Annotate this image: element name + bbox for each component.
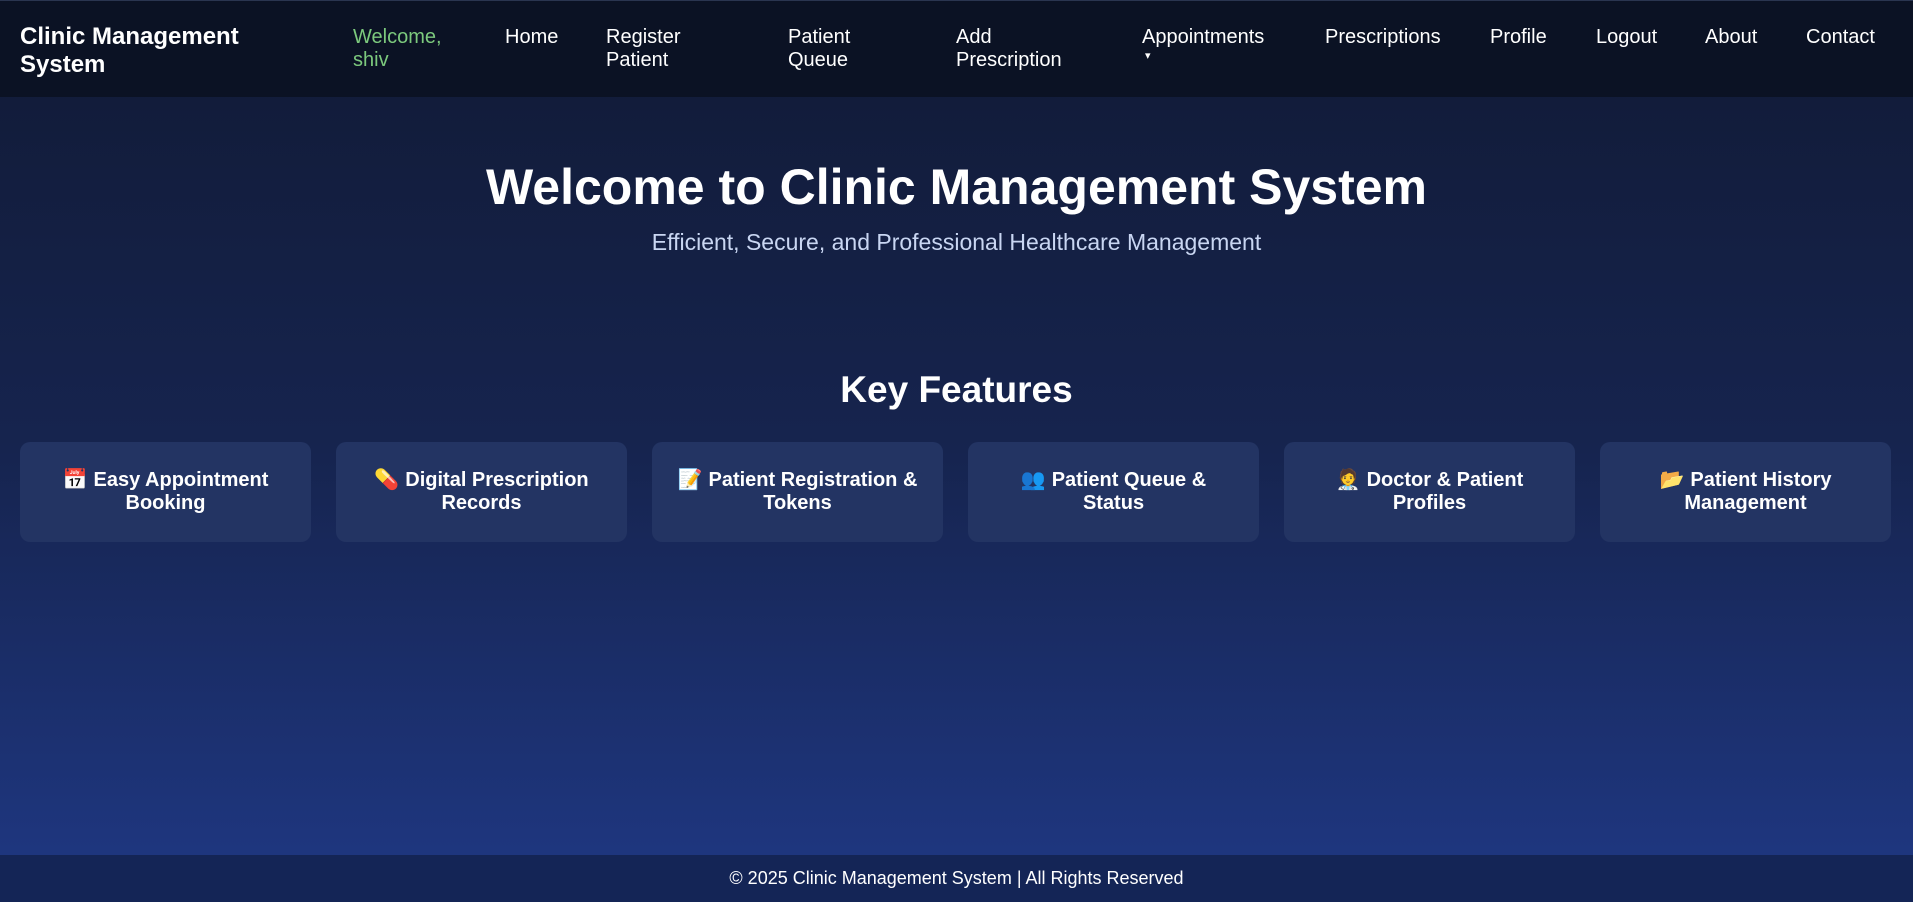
- feature-card-label: Patient Queue & Status: [1051, 469, 1207, 514]
- feature-card-history: 📂 Patient History Management: [1600, 442, 1891, 542]
- hero-subtitle: Efficient, Secure, and Professional Heal…: [651, 229, 1262, 255]
- nav-appointments-label: Appointments: [1142, 26, 1265, 48]
- folder-icon: 📂: [1659, 469, 1685, 491]
- nav-add-prescription-link[interactable]: Add Prescription: [956, 26, 1076, 72]
- feature-card-profiles: 🧑‍⚕️ Doctor & Patient Profiles: [1284, 442, 1575, 542]
- pill-icon: 💊: [374, 469, 400, 491]
- features-heading: Key Features: [840, 369, 1073, 410]
- feature-card-label: Easy Appointment Booking: [93, 469, 269, 514]
- chevron-down-icon: ▾: [1145, 50, 1151, 62]
- footer-copyright: © 2025 Clinic Management System | All Ri…: [729, 868, 1184, 888]
- hero-title: Welcome to Clinic Management System: [486, 159, 1427, 215]
- doctor-icon: 🧑‍⚕️: [1335, 469, 1361, 491]
- welcome-user-text: Welcome, shiv: [353, 26, 442, 71]
- people-icon: 👥: [1020, 469, 1046, 491]
- nav-about-link[interactable]: About: [1705, 26, 1757, 49]
- feature-card-appointment: 📅 Easy Appointment Booking: [20, 442, 311, 542]
- nav-prescriptions-link[interactable]: Prescriptions: [1325, 26, 1441, 49]
- nav-profile-link[interactable]: Profile: [1490, 26, 1547, 49]
- feature-card-label: Doctor & Patient Profiles: [1366, 469, 1524, 514]
- feature-card-registration: 📝 Patient Registration & Tokens: [652, 442, 943, 542]
- navbar: Clinic Management System Welcome, shiv H…: [0, 0, 1913, 97]
- nav-contact-link[interactable]: Contact: [1806, 26, 1875, 49]
- nav-logout-link[interactable]: Logout: [1596, 26, 1657, 49]
- feature-card-prescription: 💊 Digital Prescription Records: [336, 442, 627, 542]
- nav-register-patient-link[interactable]: Register Patient: [606, 26, 706, 72]
- feature-card-label: Patient Registration & Tokens: [708, 469, 918, 514]
- calendar-icon: 📅: [62, 469, 88, 491]
- nav-home-link[interactable]: Home: [505, 26, 558, 49]
- footer: © 2025 Clinic Management System | All Ri…: [0, 855, 1913, 902]
- feature-card-label: Patient History Management: [1684, 469, 1832, 514]
- memo-icon: 📝: [677, 469, 703, 491]
- brand-title[interactable]: Clinic Management System: [20, 23, 280, 79]
- feature-card-label: Digital Prescription Records: [405, 469, 589, 514]
- nav-appointments-dropdown[interactable]: Appointments ▾: [1142, 26, 1264, 63]
- nav-patient-queue-link[interactable]: Patient Queue: [788, 26, 878, 72]
- feature-card-queue: 👥 Patient Queue & Status: [968, 442, 1259, 542]
